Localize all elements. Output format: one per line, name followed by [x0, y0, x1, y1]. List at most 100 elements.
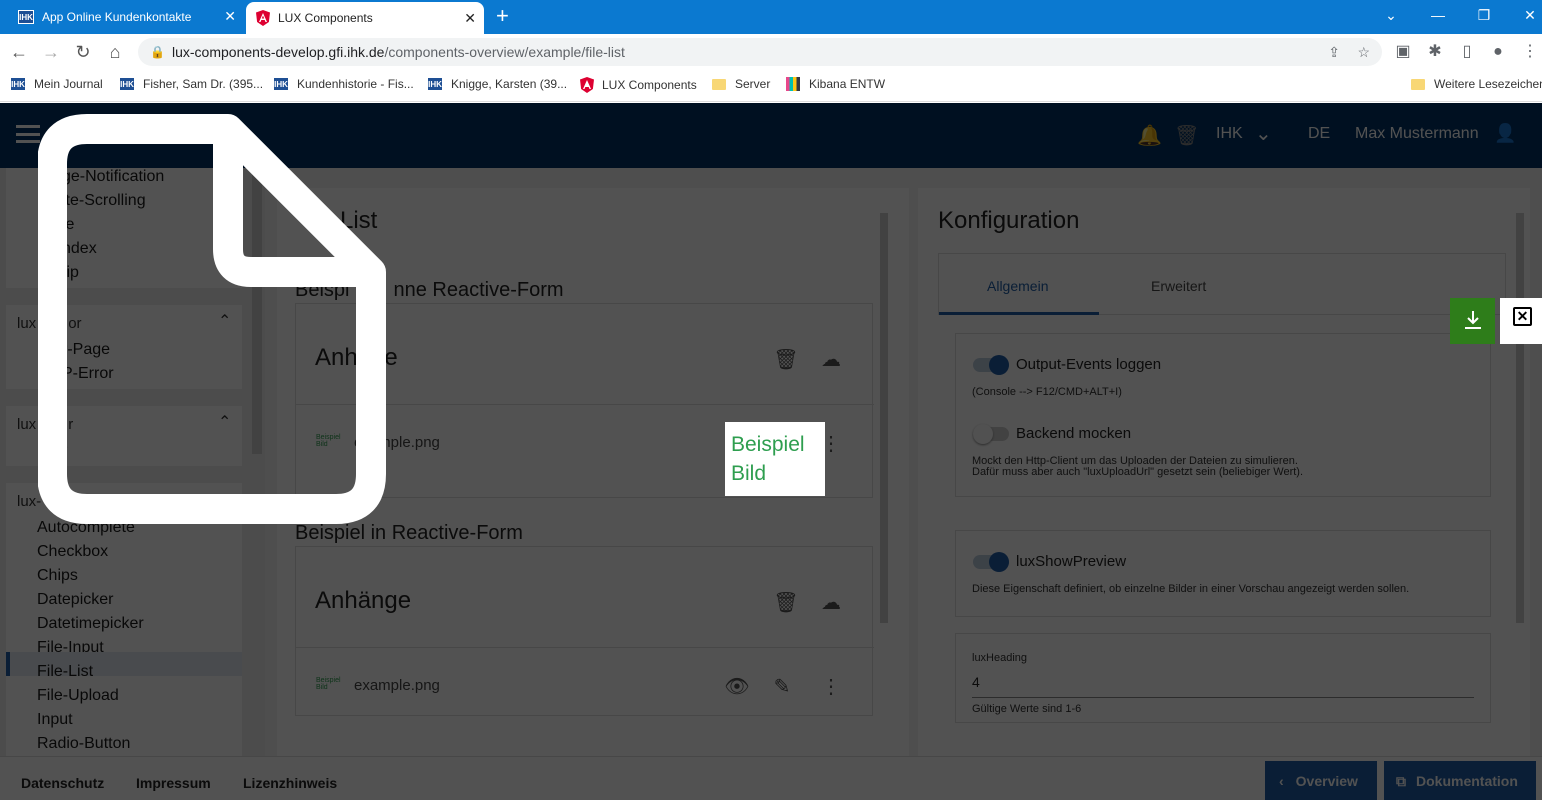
heading-input[interactable]: 4 — [972, 674, 1474, 698]
profile-icon[interactable]: ● — [1488, 42, 1508, 62]
sidebar-item[interactable]: Checkbox — [37, 543, 108, 561]
file-list-title: Anhänge — [315, 587, 412, 614]
sidepanel-icon[interactable]: ▯ — [1457, 42, 1477, 62]
tab-erweitert[interactable]: Erweitert — [1151, 278, 1206, 294]
folder-icon — [1411, 78, 1425, 90]
puzzle-icon[interactable]: ✱ — [1425, 42, 1445, 62]
more-icon[interactable]: ⋮ — [817, 673, 845, 701]
eye-icon[interactable]: 👁 — [723, 673, 751, 701]
org-selector[interactable]: IHK — [1216, 125, 1243, 143]
restore-icon[interactable]: ❐ — [1461, 0, 1507, 30]
upload-icon[interactable]: ☁ — [817, 589, 845, 617]
bookmark-kundenhistorie[interactable]: IHK Kundenhistorie - Fis... — [273, 77, 414, 91]
edit-icon[interactable]: ✎ — [768, 673, 796, 701]
folder-icon — [712, 78, 726, 90]
nav-group-title-text: lux — [17, 416, 37, 433]
home-icon[interactable]: ⌂ — [102, 40, 128, 64]
bookmark-fisher[interactable]: IHK Fisher, Sam Dr. (395... — [119, 77, 263, 91]
sidebar-item[interactable]: Datetimepicker — [37, 615, 144, 633]
bookmark-label: Server — [735, 77, 771, 91]
user-icon[interactable]: 👤 — [1494, 123, 1516, 144]
documentation-button[interactable]: ⧉ Dokumentation — [1384, 761, 1536, 800]
section-title: Beispiel in Reactive-Form — [295, 522, 523, 544]
preview-text-line1: Beispiel — [731, 433, 805, 456]
address-bar[interactable]: 🔒 lux-components-develop.gfi.ihk.de/comp… — [138, 38, 1382, 66]
back-icon[interactable]: ← — [6, 40, 32, 64]
menu-icon[interactable]: ⋮ — [1520, 42, 1540, 62]
tab-title: App Online Kundenkontakte — [42, 10, 192, 24]
browser-tab-kundenkontakte[interactable]: IHK App Online Kundenkontakte ✕ — [8, 0, 244, 34]
close-icon[interactable]: ✕ — [464, 11, 476, 25]
minimize-icon[interactable]: — — [1415, 0, 1461, 30]
backend-mock-toggle[interactable] — [973, 424, 1009, 444]
bookmark-kibana[interactable]: Kibana ENTW — [786, 77, 885, 91]
bookmark-knigge[interactable]: IHK Knigge, Karsten (39... — [427, 77, 567, 91]
bookmark-lux-components[interactable]: LUX Components — [580, 77, 697, 93]
bookmark-label: Fisher, Sam Dr. (395... — [143, 77, 264, 91]
image-preview: Beispiel Bild — [725, 422, 825, 496]
extension-icon[interactable]: ▣ — [1393, 42, 1413, 62]
tab-title: LUX Components — [278, 11, 373, 25]
download-button[interactable] — [1450, 298, 1495, 344]
toggle-hint: (Console --> F12/CMD+ALT+I) — [972, 386, 1122, 398]
chevron-left-icon: ‹ — [1279, 773, 1284, 789]
sidebar-item[interactable]: Chips — [37, 567, 78, 585]
share-icon[interactable]: ⇪ — [1328, 38, 1340, 66]
app-footer: Datenschutz Impressum Lizenzhinweis ‹ Ove… — [0, 756, 1542, 800]
config-title: Konfiguration — [938, 207, 1080, 234]
nav-group-4: lux- Autocomplete Checkbox Chips Datepic… — [6, 483, 242, 763]
user-name[interactable]: Max Mustermann — [1355, 125, 1479, 143]
output-events-toggle[interactable] — [973, 355, 1009, 375]
footer-link-impressum[interactable]: Impressum — [136, 775, 211, 791]
divider — [296, 647, 874, 648]
sidebar-item[interactable]: Datepicker — [37, 591, 113, 609]
upload-icon[interactable]: ☁ — [817, 346, 845, 374]
delete-all-icon[interactable]: 🗑 — [772, 346, 800, 374]
bookmark-label: Kundenhistorie - Fis... — [297, 77, 414, 91]
trash-icon[interactable]: 🗑 — [1174, 123, 1199, 148]
sidebar-item[interactable]: File-Upload — [37, 687, 119, 705]
bookmarks-bar: IHK Mein Journal IHK Fisher, Sam Dr. (395.… — [0, 70, 1542, 102]
tab-search-icon[interactable]: ⌄ — [1368, 0, 1414, 30]
close-icon[interactable]: ✕ — [224, 9, 236, 23]
close-preview-button[interactable]: ✕ — [1500, 298, 1542, 344]
bell-icon[interactable]: 🔔 — [1137, 123, 1162, 148]
toggle-hint: Dafür muss aber auch "luxUploadUrl" gese… — [972, 466, 1304, 478]
show-preview-toggle[interactable] — [973, 552, 1009, 572]
footer-link-datenschutz[interactable]: Datenschutz — [21, 775, 104, 791]
close-icon: ✕ — [1513, 307, 1532, 326]
bookmark-mein-journal[interactable]: IHK Mein Journal — [10, 77, 103, 91]
main-scrollbar[interactable] — [880, 213, 888, 623]
file-name[interactable]: example.png — [354, 677, 440, 694]
sidebar-item-file-list[interactable]: File-List — [37, 663, 93, 681]
field-hint: Gültige Werte sind 1-6 — [972, 703, 1082, 715]
hamburger-menu-icon[interactable] — [16, 125, 40, 143]
config-scrollbar[interactable] — [1516, 213, 1524, 623]
toggle-label: Output-Events loggen — [1016, 356, 1162, 373]
close-window-icon[interactable]: ✕ — [1507, 0, 1542, 30]
star-icon[interactable]: ☆ — [1357, 38, 1370, 66]
tab-allgemein[interactable]: Allgemein — [987, 278, 1048, 294]
ihk-icon: IHK — [119, 77, 135, 91]
overview-button[interactable]: ‹ Overview — [1265, 761, 1377, 800]
lock-icon: 🔒 — [150, 45, 165, 59]
ihk-icon: IHK — [10, 77, 26, 91]
language-selector[interactable]: DE — [1308, 125, 1330, 143]
browser-tab-lux-components[interactable]: LUX Components ✕ — [246, 2, 484, 34]
url-host: lux-components-develop.gfi.ihk.de — [172, 44, 385, 60]
delete-all-icon[interactable]: 🗑 — [772, 589, 800, 617]
forward-icon[interactable]: → — [38, 40, 64, 64]
chevron-down-icon[interactable]: ⌄ — [1255, 121, 1272, 146]
footer-link-lizenzhinweis[interactable]: Lizenzhinweis — [243, 775, 337, 791]
bookmark-server[interactable]: Server — [712, 77, 770, 91]
angular-icon — [580, 77, 594, 93]
bookmark-weitere[interactable]: Weitere Lesezeichen — [1411, 77, 1542, 91]
reload-icon[interactable]: ↻ — [70, 40, 96, 64]
bookmark-label: Kibana ENTW — [809, 77, 886, 91]
sidebar-item[interactable]: Radio-Button — [37, 735, 130, 753]
overview-label: Overview — [1295, 773, 1358, 789]
new-tab-button[interactable]: + — [496, 5, 509, 27]
url-path: /components-overview/example/file-list — [384, 44, 625, 60]
sidebar-item[interactable]: Input — [37, 711, 73, 729]
ihk-icon: IHK — [273, 77, 289, 91]
